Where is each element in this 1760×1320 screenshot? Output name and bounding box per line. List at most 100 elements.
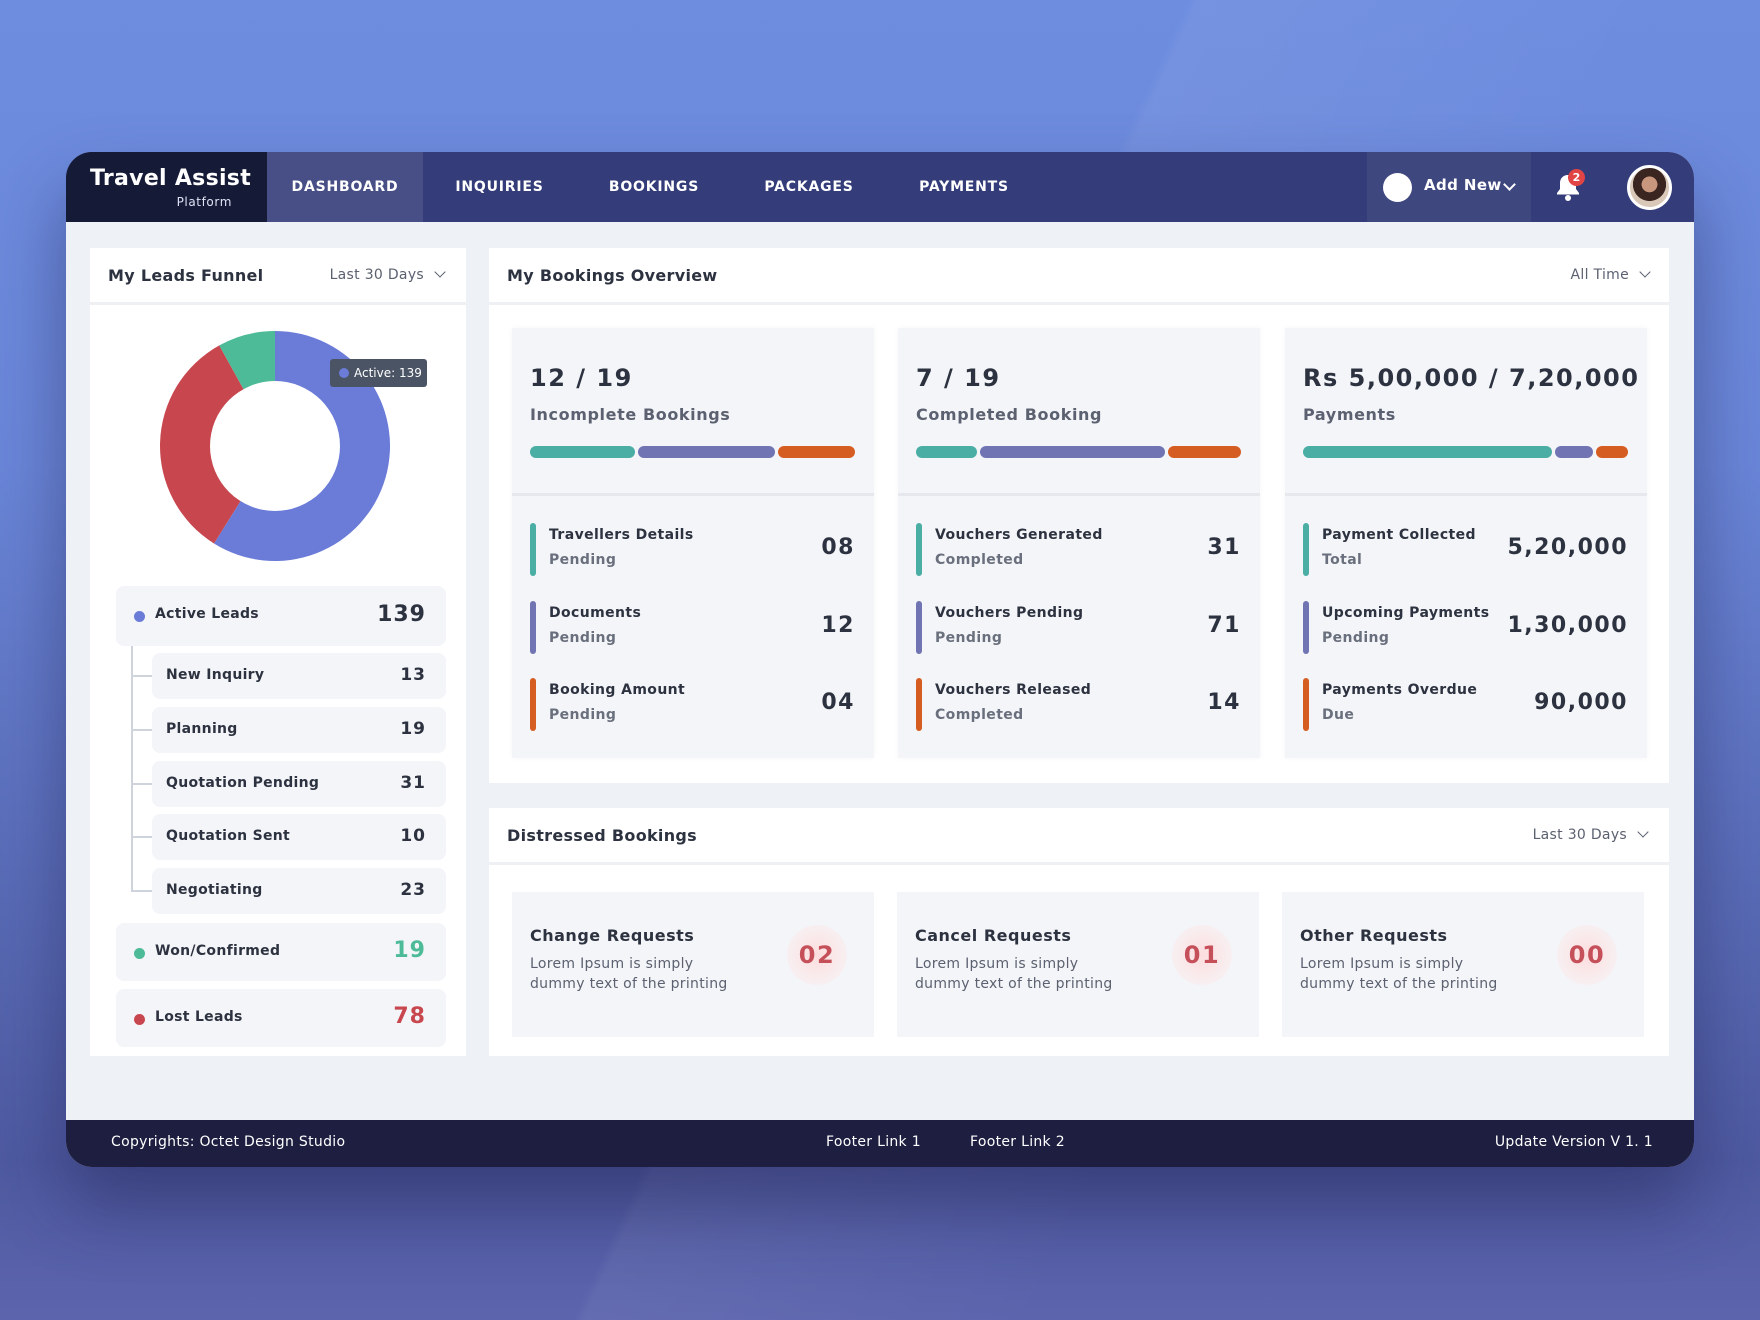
booking-stat-item[interactable]: Upcoming Payments Pending 1,30,000 [1303, 601, 1628, 657]
stat-status: Pending [549, 707, 617, 723]
change-requests-panel[interactable]: Change Requests Lorem Ipsum is simply dum… [512, 892, 874, 1037]
won-dot [134, 948, 145, 959]
booking-stat-item[interactable]: Booking Amount Pending 04 [530, 678, 855, 734]
tab-inquiries[interactable]: INQUIRIES [423, 152, 576, 222]
lead-stage-row[interactable]: New Inquiry 13 [152, 653, 446, 699]
copyright-text: Copyrights: Octet Design Studio [111, 1134, 346, 1150]
progress-bar [530, 446, 855, 458]
booking-stat-item[interactable]: Payment Collected Total 5,20,000 [1303, 523, 1628, 579]
card-header: Distressed Bookings Last 30 Days [489, 808, 1669, 865]
tree-branch [131, 675, 153, 677]
card-header: My Leads Funnel Last 30 Days [90, 248, 466, 305]
brand-title: Travel Assist [90, 166, 252, 191]
panel-label: Incomplete Bookings [530, 405, 731, 424]
distressed-period-dropdown[interactable]: Last 30 Days [1533, 826, 1649, 843]
dashboard-window: Travel Assist Platform DASHBOARD INQUIRI… [66, 152, 1694, 1167]
divider [512, 493, 874, 496]
distressed-title: Distressed Bookings [507, 826, 697, 845]
active-dot [134, 611, 145, 622]
stat-status: Total [1322, 552, 1363, 568]
request-count: 00 [1557, 925, 1617, 985]
tab-bookings[interactable]: BOOKINGS [576, 152, 732, 222]
add-new-label: Add New [1424, 176, 1502, 194]
desc-line: dummy text of the printing [1300, 976, 1498, 992]
stat-status: Pending [549, 630, 617, 646]
tab-dashboard[interactable]: DASHBOARD [267, 152, 423, 222]
stat-value: 08 [821, 535, 855, 560]
lost-dot [134, 1014, 145, 1025]
leads-period-dropdown[interactable]: Last 30 Days [330, 266, 446, 283]
stat-title: Vouchers Generated [935, 527, 1103, 543]
panel-headline: 7 / 19 [916, 364, 1001, 392]
tooltip-text: Active: 139 [354, 366, 422, 380]
chevron-down-icon [1639, 266, 1651, 278]
stage-value: 10 [400, 826, 426, 846]
stage-label: Quotation Pending [166, 775, 320, 791]
stat-value: 04 [821, 690, 855, 715]
stat-title: Documents [549, 605, 642, 621]
lead-row-active[interactable]: Active Leads 139 [116, 586, 446, 646]
distressed-bookings-card: Distressed Bookings Last 30 Days Change … [489, 808, 1669, 1056]
cancel-requests-panel[interactable]: Cancel Requests Lorem Ipsum is simply dum… [897, 892, 1259, 1037]
bar-segment-orange [1167, 446, 1241, 458]
add-new-button[interactable]: Add New [1367, 152, 1531, 222]
stat-status: Completed [935, 552, 1024, 568]
stage-label: Negotiating [166, 882, 263, 898]
donut-hole [210, 381, 340, 511]
request-count: 02 [787, 925, 847, 985]
booking-stat-item[interactable]: Travellers Details Pending 08 [530, 523, 855, 579]
desc-line: dummy text of the printing [915, 976, 1113, 992]
lead-stage-row[interactable]: Quotation Pending 31 [152, 761, 446, 807]
tree-branch [131, 890, 153, 892]
tab-packages[interactable]: PACKAGES [732, 152, 886, 222]
booking-stat-item[interactable]: Payments Overdue Due 90,000 [1303, 678, 1628, 734]
stripe-teal [1303, 523, 1309, 576]
brand-logo[interactable]: Travel Assist Platform [66, 152, 267, 222]
lead-row-won[interactable]: Won/Confirmed 19 [116, 923, 446, 981]
payments-panel[interactable]: Rs 5,00,000 / 7,20,000 Payments Payment … [1285, 328, 1647, 758]
footer: Copyrights: Octet Design Studio Footer L… [66, 1120, 1694, 1167]
leads-funnel-title: My Leads Funnel [108, 266, 264, 285]
completed-bookings-panel[interactable]: 7 / 19 Completed Booking Vouchers Genera… [898, 328, 1260, 758]
stage-value: 19 [400, 719, 426, 739]
footer-link-1[interactable]: Footer Link 1 [826, 1134, 921, 1150]
panel-headline: 12 / 19 [530, 364, 633, 392]
stage-label: Quotation Sent [166, 828, 291, 844]
lead-stage-row[interactable]: Quotation Sent 10 [152, 814, 446, 860]
booking-stat-item[interactable]: Vouchers Released Completed 14 [916, 678, 1241, 734]
booking-stat-item[interactable]: Vouchers Generated Completed 31 [916, 523, 1241, 579]
lead-stage-row[interactable]: Planning 19 [152, 707, 446, 753]
incomplete-bookings-panel[interactable]: 12 / 19 Incomplete Bookings Travellers D… [512, 328, 874, 758]
lead-stage-row[interactable]: Negotiating 23 [152, 868, 446, 914]
booking-stat-item[interactable]: Documents Pending 12 [530, 601, 855, 657]
other-requests-panel[interactable]: Other Requests Lorem Ipsum is simply dumm… [1282, 892, 1644, 1037]
stripe-orange [916, 678, 922, 731]
lead-label: Active Leads [155, 606, 259, 622]
footer-link-2[interactable]: Footer Link 2 [970, 1134, 1065, 1150]
stat-value: 71 [1207, 613, 1241, 638]
booking-stat-item[interactable]: Vouchers Pending Pending 71 [916, 601, 1241, 657]
stage-label: New Inquiry [166, 667, 265, 683]
stripe-teal [916, 523, 922, 576]
lead-value: 78 [393, 1004, 426, 1029]
desc-line: Lorem Ipsum is simply [1300, 956, 1464, 972]
bookings-overview-title: My Bookings Overview [507, 266, 718, 285]
lead-row-lost[interactable]: Lost Leads 78 [116, 989, 446, 1047]
desc-line: Lorem Ipsum is simply [915, 956, 1079, 972]
request-count: 01 [1172, 925, 1232, 985]
tab-payments[interactable]: PAYMENTS [886, 152, 1042, 222]
bar-segment-purple [638, 446, 776, 458]
panel-headline: Rs 5,00,000 / 7,20,000 [1303, 364, 1640, 392]
bookings-period-dropdown[interactable]: All Time [1571, 266, 1651, 283]
stage-value: 31 [400, 773, 426, 793]
stripe-purple [530, 601, 536, 654]
stat-title: Vouchers Pending [935, 605, 1084, 621]
top-navbar: Travel Assist Platform DASHBOARD INQUIRI… [66, 152, 1694, 222]
bookings-overview-card: My Bookings Overview All Time 12 / 19 In… [489, 248, 1669, 783]
stripe-orange [1303, 678, 1309, 731]
user-avatar[interactable] [1627, 165, 1672, 210]
stripe-teal [530, 523, 536, 576]
request-title: Change Requests [530, 926, 695, 945]
lead-value: 19 [393, 938, 426, 963]
card-header: My Bookings Overview All Time [489, 248, 1669, 305]
